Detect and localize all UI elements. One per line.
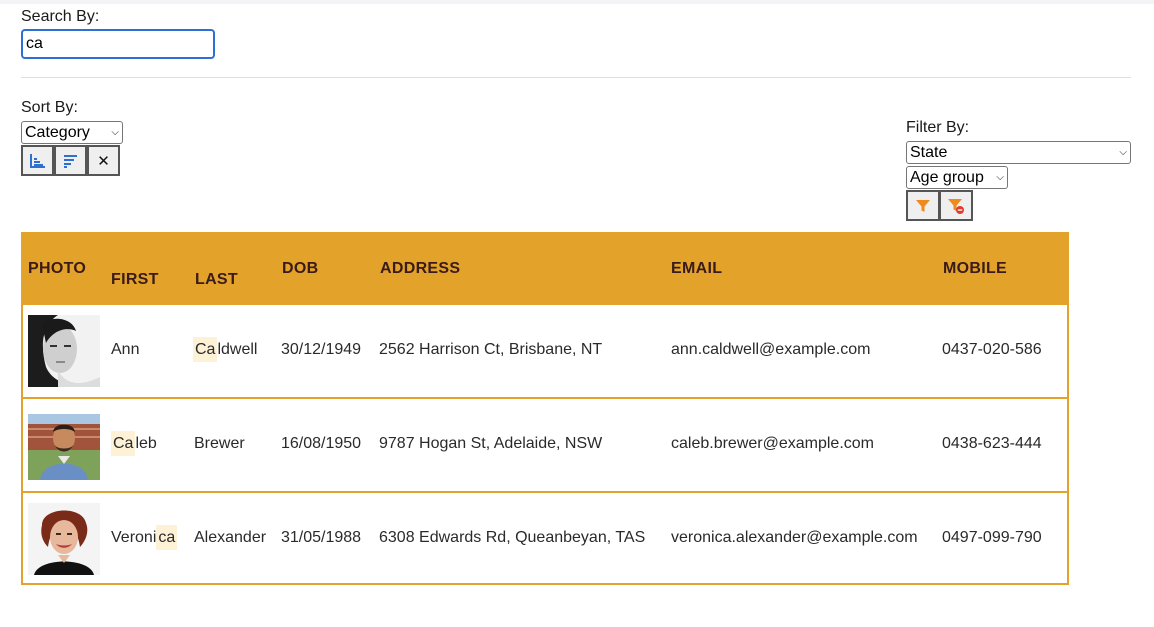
- sort-ascending-button[interactable]: [21, 145, 54, 176]
- table-row: Veroni ca Alexander 31/05/1988 6308 Edwar…: [23, 491, 1067, 585]
- dob: 16/08/1950: [281, 435, 362, 452]
- users-table: PHOTO FIRST LAST DOB ADDRESS EMAIL MOBIL…: [21, 232, 1069, 585]
- last-name: Ca ldwell: [193, 337, 257, 362]
- header-mobile: MOBILE: [943, 260, 1008, 277]
- chevron-down-icon: ⌵: [1119, 147, 1127, 158]
- clear-icon: ✕: [97, 152, 110, 170]
- address: 6308 Edwards Rd, Queanbeyan, TAS: [379, 529, 646, 546]
- top-bar: [0, 0, 1154, 4]
- sort-select-value: Category: [25, 124, 90, 141]
- header-photo: PHOTO: [28, 260, 87, 277]
- avatar: [28, 503, 100, 575]
- last-name: Alexander: [194, 529, 267, 546]
- search-highlight: Ca: [111, 431, 136, 456]
- mobile: 0438-623-444: [942, 435, 1042, 452]
- state-select[interactable]: State ⌵: [906, 141, 1131, 164]
- address: 9787 Hogan St, Adelaide, NSW: [379, 435, 603, 452]
- sort-ascending-icon: [29, 153, 45, 168]
- search-label: Search By:: [21, 8, 100, 25]
- last-name: Brewer: [194, 435, 245, 452]
- filter-clear-icon: [948, 198, 964, 214]
- table-row: Ann Ca ldwell 30/12/1949 2562 Harrison Ct…: [23, 303, 1067, 397]
- header-dob: DOB: [282, 260, 319, 277]
- table-header: PHOTO FIRST LAST DOB ADDRESS EMAIL MOBIL…: [23, 234, 1067, 303]
- search-highlight: Ca: [193, 337, 218, 362]
- first-name: Veroni ca: [111, 525, 178, 550]
- avatar: [28, 414, 100, 486]
- divider: [21, 77, 1131, 78]
- chevron-down-icon: ⌵: [111, 127, 119, 138]
- filter-apply-button[interactable]: [906, 190, 940, 221]
- header-email: EMAIL: [671, 260, 723, 277]
- first-name: Ann: [111, 341, 140, 358]
- age-group-select-value: Age group: [910, 169, 984, 186]
- search-highlight: ca: [156, 525, 178, 550]
- dob: 31/05/1988: [281, 529, 362, 546]
- header-address: ADDRESS: [380, 260, 461, 277]
- first-name: Ca leb: [111, 431, 157, 456]
- header-first: FIRST: [111, 271, 159, 288]
- mobile: 0437-020-586: [942, 341, 1042, 358]
- sort-descending-button[interactable]: [54, 145, 87, 176]
- avatar: [28, 315, 100, 387]
- sort-select[interactable]: Category ⌵: [21, 121, 123, 144]
- email: ann.caldwell@example.com: [671, 341, 871, 358]
- mobile: 0497-099-790: [942, 529, 1042, 546]
- age-group-select[interactable]: Age group ⌵: [906, 166, 1008, 189]
- filter-icon: [916, 199, 930, 212]
- sort-label: Sort By:: [21, 99, 78, 116]
- header-last: LAST: [195, 271, 238, 288]
- address: 2562 Harrison Ct, Brisbane, NT: [379, 341, 603, 358]
- email: veronica.alexander@example.com: [671, 529, 918, 546]
- filter-label: Filter By:: [906, 119, 970, 136]
- state-select-value: State: [910, 144, 948, 161]
- table-row: Ca leb Brewer 16/08/1950 9787 Hogan St, A…: [23, 397, 1067, 491]
- email: caleb.brewer@example.com: [671, 435, 874, 452]
- sort-clear-button[interactable]: ✕: [87, 145, 120, 176]
- filter-clear-button[interactable]: [939, 190, 973, 221]
- search-input[interactable]: [21, 29, 215, 59]
- chevron-down-icon: ⌵: [996, 172, 1004, 183]
- dob: 30/12/1949: [281, 341, 362, 358]
- sort-descending-icon: [63, 154, 77, 168]
